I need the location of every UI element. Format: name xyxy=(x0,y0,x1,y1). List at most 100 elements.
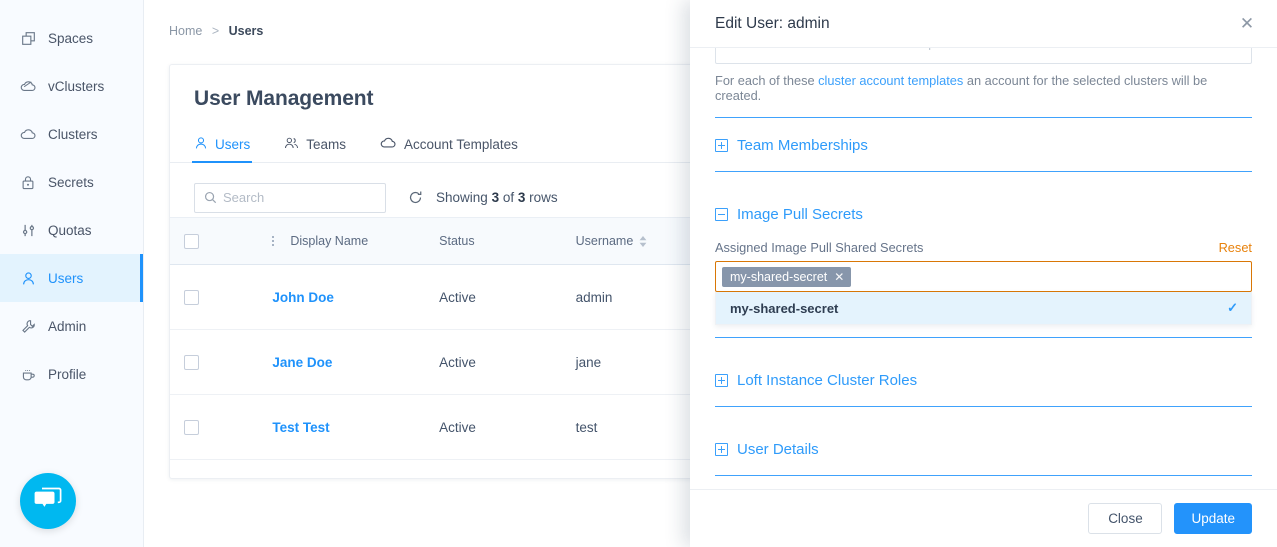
remove-tag-close-icon[interactable]: ✕ xyxy=(834,270,844,284)
breadcrumb-separator: > xyxy=(211,24,220,38)
section-user-details: User Details xyxy=(715,422,1252,489)
expand-plus-icon[interactable] xyxy=(715,139,728,152)
secrets-dropdown: my-shared-secret ✓ xyxy=(715,292,1252,325)
profile-cup-icon xyxy=(18,364,38,384)
row-select-cell xyxy=(170,329,273,395)
section-image-pull-secrets: Image Pull Secrets Assigned Image Pull S… xyxy=(715,187,1252,353)
admin-wrench-icon xyxy=(18,316,38,336)
close-x-icon[interactable]: ✕ xyxy=(1235,15,1259,32)
section-loft-instance-cluster-roles-toggle[interactable]: Loft Instance Cluster Roles xyxy=(715,372,1252,406)
user-link[interactable]: John Doe xyxy=(272,290,334,305)
tab-teams[interactable]: Teams xyxy=(284,136,346,162)
modal-title: Edit User: admin xyxy=(715,14,830,32)
cluster-account-templates-link[interactable]: cluster account templates xyxy=(818,73,963,88)
divider xyxy=(715,475,1252,476)
sidebar-item-users[interactable]: Users xyxy=(0,254,143,302)
select-all-checkbox[interactable] xyxy=(184,233,199,249)
assigned-secrets-label: Assigned Image Pull Shared Secrets xyxy=(715,240,924,255)
sidebar-item-secrets[interactable]: Secrets xyxy=(0,158,143,206)
secrets-lock-icon xyxy=(18,172,38,192)
sidebar-item-label: Clusters xyxy=(48,126,98,142)
section-team-memberships-toggle[interactable]: Team Memberships xyxy=(715,137,1252,171)
search-box[interactable] xyxy=(194,182,407,213)
chat-widget-button[interactable] xyxy=(20,473,76,529)
edit-user-modal: Edit User: admin ✕ Please select cluster… xyxy=(690,0,1277,547)
assigned-secrets-field-row: Assigned Image Pull Shared Secrets Reset xyxy=(715,240,1252,261)
secret-tag-label: my-shared-secret xyxy=(730,269,828,284)
tab-label: Account Templates xyxy=(404,137,518,152)
update-button[interactable]: Update xyxy=(1174,503,1252,534)
hint-before: For each of these xyxy=(715,73,819,88)
user-link[interactable]: Jane Doe xyxy=(272,355,332,370)
expand-plus-icon[interactable] xyxy=(715,374,728,387)
cell-display-name: Test Test xyxy=(272,394,440,460)
reset-link[interactable]: Reset xyxy=(1219,240,1252,255)
sidebar-item-clusters[interactable]: Clusters xyxy=(0,110,143,158)
section-label: Loft Instance Cluster Roles xyxy=(737,372,918,389)
modal-footer: Close Update xyxy=(690,489,1277,547)
collapse-minus-icon[interactable] xyxy=(715,208,728,221)
expand-plus-icon[interactable] xyxy=(715,443,728,456)
row-select-cell xyxy=(170,264,273,330)
sidebar-item-profile[interactable]: Profile xyxy=(0,350,143,398)
secret-tag[interactable]: my-shared-secret ✕ xyxy=(722,266,852,287)
modal-body: Please select cluster account templates … xyxy=(690,48,1277,489)
sidebar-item-vclusters[interactable]: vClusters xyxy=(0,62,143,110)
quotas-sliders-icon xyxy=(18,220,38,240)
column-label: Username xyxy=(575,234,634,248)
check-icon: ✓ xyxy=(1227,300,1238,315)
refresh-icon[interactable] xyxy=(408,190,423,205)
cluster-account-templates-hint: For each of these cluster account templa… xyxy=(715,64,1252,117)
assigned-secrets-input[interactable]: my-shared-secret ✕ xyxy=(715,261,1252,292)
section-label: User Details xyxy=(737,441,819,458)
column-menu-icon[interactable] xyxy=(272,236,275,246)
sidebar-item-spaces[interactable]: Spaces xyxy=(0,14,143,62)
row-checkbox[interactable] xyxy=(184,419,199,435)
sort-icon[interactable] xyxy=(639,235,647,247)
people-icon xyxy=(284,136,299,153)
rows-prefix: Showing xyxy=(436,190,488,205)
tab-account-templates[interactable]: Account Templates xyxy=(380,136,518,162)
users-person-icon xyxy=(18,268,38,288)
tab-label: Teams xyxy=(306,137,347,152)
column-label: Status xyxy=(439,234,475,248)
row-select-cell xyxy=(170,394,273,460)
rows-shown: 3 xyxy=(491,190,500,205)
tab-users[interactable]: Users xyxy=(191,136,253,163)
close-button[interactable]: Close xyxy=(1088,503,1163,534)
column-label: Display Name xyxy=(290,233,369,248)
sidebar-item-label: Users xyxy=(48,270,84,286)
section-user-details-toggle[interactable]: User Details xyxy=(715,441,1252,475)
breadcrumb-current: Users xyxy=(228,24,264,38)
app-root: Spaces vClusters Clusters Secrets Quotas… xyxy=(0,0,1277,547)
sidebar-item-label: Secrets xyxy=(48,174,94,190)
sidebar-item-label: vClusters xyxy=(48,78,105,94)
sidebar-item-quotas[interactable]: Quotas xyxy=(0,206,143,254)
user-link[interactable]: Test Test xyxy=(272,420,329,435)
section-image-pull-secrets-toggle[interactable]: Image Pull Secrets xyxy=(715,206,1252,240)
section-loft-instance-cluster-roles: Loft Instance Cluster Roles xyxy=(715,353,1252,422)
cell-status: Active xyxy=(439,264,576,330)
section-label: Image Pull Secrets xyxy=(737,206,863,223)
sidebar: Spaces vClusters Clusters Secrets Quotas… xyxy=(0,0,144,547)
row-checkbox[interactable] xyxy=(184,289,199,305)
column-display-name[interactable]: Display Name xyxy=(272,217,440,265)
select-all-header xyxy=(170,217,273,265)
section-label: Team Memberships xyxy=(737,137,868,154)
row-checkbox[interactable] xyxy=(184,354,199,370)
cluster-account-templates-select[interactable]: Please select cluster account templates xyxy=(715,48,1252,64)
sidebar-item-label: Spaces xyxy=(48,30,94,46)
sidebar-item-admin[interactable]: Admin xyxy=(0,302,143,350)
vclusters-icon xyxy=(18,76,38,96)
column-status[interactable]: Status xyxy=(439,217,576,265)
section-team-memberships: Team Memberships xyxy=(715,118,1252,187)
rows-of: of xyxy=(502,190,515,205)
search-input[interactable] xyxy=(223,190,407,205)
sidebar-item-label: Quotas xyxy=(48,222,92,238)
dropdown-option[interactable]: my-shared-secret ✓ xyxy=(716,292,1251,324)
breadcrumb-home[interactable]: Home xyxy=(169,24,202,38)
clusters-icon xyxy=(18,124,38,144)
divider xyxy=(715,406,1252,407)
rows-info: Showing 3 of 3 rows xyxy=(436,190,558,205)
person-icon xyxy=(194,136,208,153)
